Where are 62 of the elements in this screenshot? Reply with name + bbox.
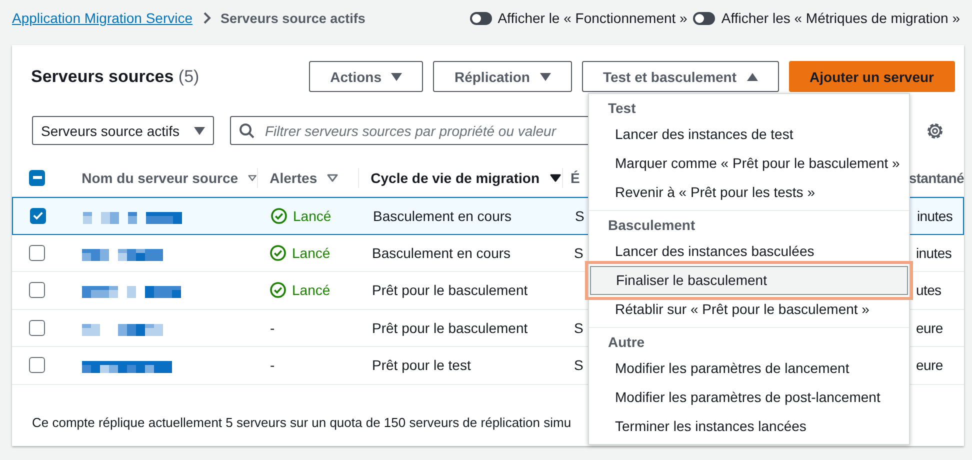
search-icon (239, 122, 255, 138)
menu-item[interactable]: Modifier les paramètres de post-lancement (589, 383, 909, 412)
quota-text: Ce compte réplique actuellement 5 serveurs sur un quota de 150 serveurs de réplication simu (32, 414, 572, 430)
menu-item[interactable]: Marquer comme « Prêt pour le basculement » (589, 149, 909, 178)
panel-title: Serveurs sources (5) (31, 66, 200, 86)
sort-icon[interactable] (248, 174, 257, 182)
sort-descending-icon[interactable] (550, 174, 560, 182)
table-cell: eure (916, 357, 943, 374)
minus-icon (32, 176, 42, 179)
sort-icon[interactable] (327, 174, 338, 182)
alert-status: - (270, 357, 275, 374)
row-checkbox[interactable] (29, 320, 45, 336)
column-header[interactable]: Cycle de vie de migration (370, 170, 540, 186)
table-cell: Prêt pour le test (372, 357, 471, 374)
table-cell: utes (916, 282, 942, 298)
table-cell: inutes (917, 208, 953, 224)
table-cell: Basculement en cours (373, 208, 512, 224)
dropdown-button[interactable]: Réplication (433, 61, 572, 92)
checkmark-icon (33, 211, 43, 220)
column-header[interactable]: Alertes (270, 170, 318, 186)
check-circle-icon (271, 208, 287, 224)
chevron-right-icon (202, 12, 211, 24)
row-checkbox[interactable] (29, 282, 45, 298)
table-cell: inutes (916, 244, 952, 261)
table-cell: S (574, 244, 584, 261)
add-button[interactable]: Ajouter un serveur (788, 61, 955, 92)
dropdown-button[interactable]: Test et basculement (582, 61, 779, 92)
breadcrumb-link[interactable]: Application Migration Service (12, 10, 193, 26)
table-cell: Basculement en cours (372, 244, 511, 261)
menu-group-title: Basculement (607, 216, 696, 235)
table-cell: S (574, 357, 584, 374)
column-header: É (570, 170, 580, 186)
menu-item[interactable]: Modifier les paramètres de lancement (589, 354, 909, 383)
toggle-switch[interactable] (470, 12, 492, 24)
row-checkbox[interactable] (29, 244, 45, 261)
alert-status: - (270, 320, 275, 336)
check-circle-icon (270, 244, 286, 261)
menu-item[interactable]: Lancer des instances basculées (589, 237, 909, 266)
table-cell: S (574, 320, 584, 336)
table-cell: Prêt pour le basculement (372, 282, 528, 298)
alert-status: Lancé (293, 208, 332, 224)
filter-select[interactable]: Serveurs source actifs (32, 116, 214, 145)
alert-status: Lancé (292, 244, 330, 261)
select-all-checkbox[interactable] (29, 170, 45, 186)
dropdown-button[interactable]: Actions (309, 61, 424, 92)
row-checkbox[interactable] (29, 357, 45, 374)
check-circle-icon (270, 282, 286, 298)
breadcrumb-current: Serveurs source actifs (220, 10, 366, 26)
alert-status: Lancé (292, 282, 330, 298)
menu-group-title: Test (607, 99, 637, 118)
table-cell: S (575, 208, 584, 224)
column-header[interactable]: Nom du serveur source (82, 170, 238, 186)
caret-down-icon (194, 126, 205, 134)
toggle-switch[interactable] (693, 12, 716, 24)
row-checkbox[interactable] (30, 208, 46, 224)
table-cell: Prêt pour le basculement (372, 320, 528, 336)
table-cell: eure (916, 320, 943, 336)
toggle-label: Afficher le « Fonctionnement » (498, 10, 688, 26)
toggle-label: Afficher les « Métriques de migration » (721, 10, 960, 26)
column-header: stantané (908, 170, 964, 186)
settings-icon[interactable] (926, 122, 944, 140)
menu-item[interactable]: Terminer les instances lancées (589, 412, 909, 441)
